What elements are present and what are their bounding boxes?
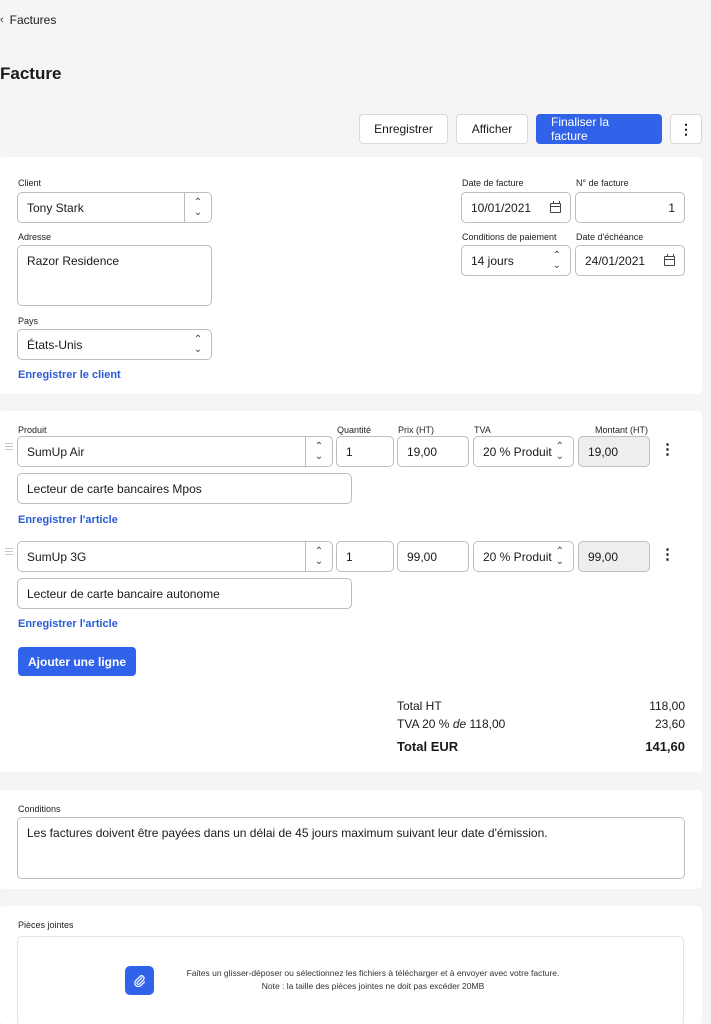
description-value: Lecteur de carte bancaires Mpos [27,481,202,496]
client-card: Client Tony Stark ⌃ ⌄ Adresse Razor Resid… [0,157,702,394]
total-ht-value: 118,00 [649,699,685,713]
amount-field: 99,00 [578,541,650,572]
country-value: États-Unis [27,337,83,352]
product-header: Produit [18,425,47,435]
row-options-icon[interactable]: ⋮ [660,545,675,563]
drag-handle-icon[interactable] [5,443,13,452]
conditions-card: Conditions Les factures doivent être pay… [0,790,702,889]
items-card: Produit Quantité Prix (HT) TVA Montant (… [0,411,702,772]
updown-chevron-icon: ⌃ ⌄ [193,333,203,355]
client-value: Tony Stark [27,200,84,215]
invoice-date-value: 10/01/2021 [471,200,532,215]
amount-value: 99,00 [588,549,619,564]
quantity-input[interactable]: 1 [336,436,394,467]
description-input[interactable]: Lecteur de carte bancaires Mpos [17,473,352,504]
preview-button[interactable]: Afficher [456,114,528,144]
toolbar: Enregistrer Afficher Finaliser la factur… [359,114,702,144]
row-options-icon[interactable]: ⋮ [660,440,675,458]
invoice-number-field[interactable]: 1 [575,192,685,223]
file-dropzone[interactable]: Faites un glisser-déposer ou sélectionne… [17,936,684,1024]
save-item-link[interactable]: Enregistrer l'article [18,618,118,630]
updown-chevron-icon: ⌃ ⌄ [552,249,561,271]
save-button[interactable]: Enregistrer [359,114,448,144]
vat-base: 118,00 [466,717,506,731]
add-line-button[interactable]: Ajouter une ligne [18,647,136,676]
updown-chevron-icon: ⌃ ⌄ [555,545,564,567]
due-date-field[interactable]: 24/01/2021 [575,245,685,276]
save-item-link[interactable]: Enregistrer l'article [18,514,118,526]
dropzone-line-2: Note : la taille des pièces jointes ne d… [261,981,485,991]
save-client-link[interactable]: Enregistrer le client [18,369,121,381]
address-value: Razor Residence [27,254,120,268]
vat-total-label: TVA 20 % de 118,00 [397,717,505,731]
amount-value: 19,00 [588,444,619,459]
price-value: 19,00 [407,444,438,459]
product-select[interactable]: SumUp 3G ⌃ ⌄ [17,541,333,572]
conditions-label: Conditions [18,804,61,814]
client-select[interactable]: Tony Stark ⌃ ⌄ [17,192,212,223]
updown-chevron-icon: ⌃ ⌄ [193,196,203,218]
due-date-label: Date d'échéance [576,232,644,242]
total-ht-label: Total HT [397,699,442,713]
vat-of: de [452,717,467,731]
conditions-textarea[interactable]: Les factures doivent être payées dans un… [17,817,685,879]
quantity-header: Quantité [337,425,372,435]
vat-total-value: 23,60 [654,717,685,731]
description-input[interactable]: Lecteur de carte bancaire autonome [17,578,352,609]
finalize-invoice-button[interactable]: Finaliser la facture [536,114,662,144]
price-input[interactable]: 19,00 [397,436,469,467]
calendar-icon[interactable] [664,253,675,266]
total-eur-value: 141,60 [645,739,685,754]
vat-prefix: TVA 20 % [397,717,453,731]
invoice-date-label: Date de facture [462,178,524,188]
vat-select[interactable]: 20 % Produit ⌃ ⌄ [473,541,574,572]
price-header: Prix (HT) [398,425,434,435]
page-title: Facture [0,64,62,83]
country-label: Pays [18,316,39,326]
product-value: SumUp 3G [27,549,87,564]
quantity-input[interactable]: 1 [336,541,394,572]
more-vertical-icon: ⋮ [679,120,693,137]
invoice-number-value: 1 [668,200,675,215]
description-value: Lecteur de carte bancaire autonome [27,586,220,601]
conditions-value: Les factures doivent être payées dans un… [27,826,548,840]
vat-value: 20 % Produit [483,444,552,459]
attachments-label: Pièces jointes [18,920,74,930]
quantity-value: 1 [346,444,353,459]
client-label: Client [18,178,42,188]
address-label: Adresse [18,232,52,242]
updown-chevron-icon: ⌃ ⌄ [314,440,324,462]
product-select[interactable]: SumUp Air ⌃ ⌄ [17,436,333,467]
attachments-card: Pièces jointes Faites un glisser-déposer… [0,906,702,1024]
vat-select[interactable]: 20 % Produit ⌃ ⌄ [473,436,574,467]
more-options-button[interactable]: ⋮ [670,114,702,144]
back-label: Factures [9,13,57,27]
back-link[interactable]: ‹ Factures [0,13,56,27]
payment-terms-select[interactable]: 14 jours ⌃ ⌄ [461,245,571,276]
drag-handle-icon[interactable] [5,548,13,557]
quantity-value: 1 [346,549,353,564]
payment-terms-label: Conditions de paiement [462,232,557,242]
due-date-value: 24/01/2021 [585,253,646,268]
dropzone-text: Faites un glisser-déposer ou sélectionne… [158,967,588,993]
updown-chevron-icon: ⌃ ⌄ [314,545,324,567]
amount-field: 19,00 [578,436,650,467]
vat-value: 20 % Produit [483,549,552,564]
total-eur-label: Total EUR [397,739,459,754]
dropzone-line-1: Faites un glisser-déposer ou sélectionne… [186,968,560,978]
country-select[interactable]: États-Unis ⌃ ⌄ [17,329,212,360]
product-value: SumUp Air [27,444,85,459]
price-value: 99,00 [407,549,438,564]
address-field[interactable]: Razor Residence [17,245,212,306]
vat-header: TVA [474,425,491,435]
updown-chevron-icon: ⌃ ⌄ [555,440,564,462]
amount-header: Montant (HT) [595,425,649,435]
calendar-icon[interactable] [550,200,561,213]
paperclip-icon[interactable] [125,966,154,995]
chevron-left-icon: ‹ [0,14,4,26]
payment-terms-value: 14 jours [471,253,514,268]
price-input[interactable]: 99,00 [397,541,469,572]
invoice-date-field[interactable]: 10/01/2021 [461,192,571,223]
invoice-number-label: N° de facture [576,178,629,188]
